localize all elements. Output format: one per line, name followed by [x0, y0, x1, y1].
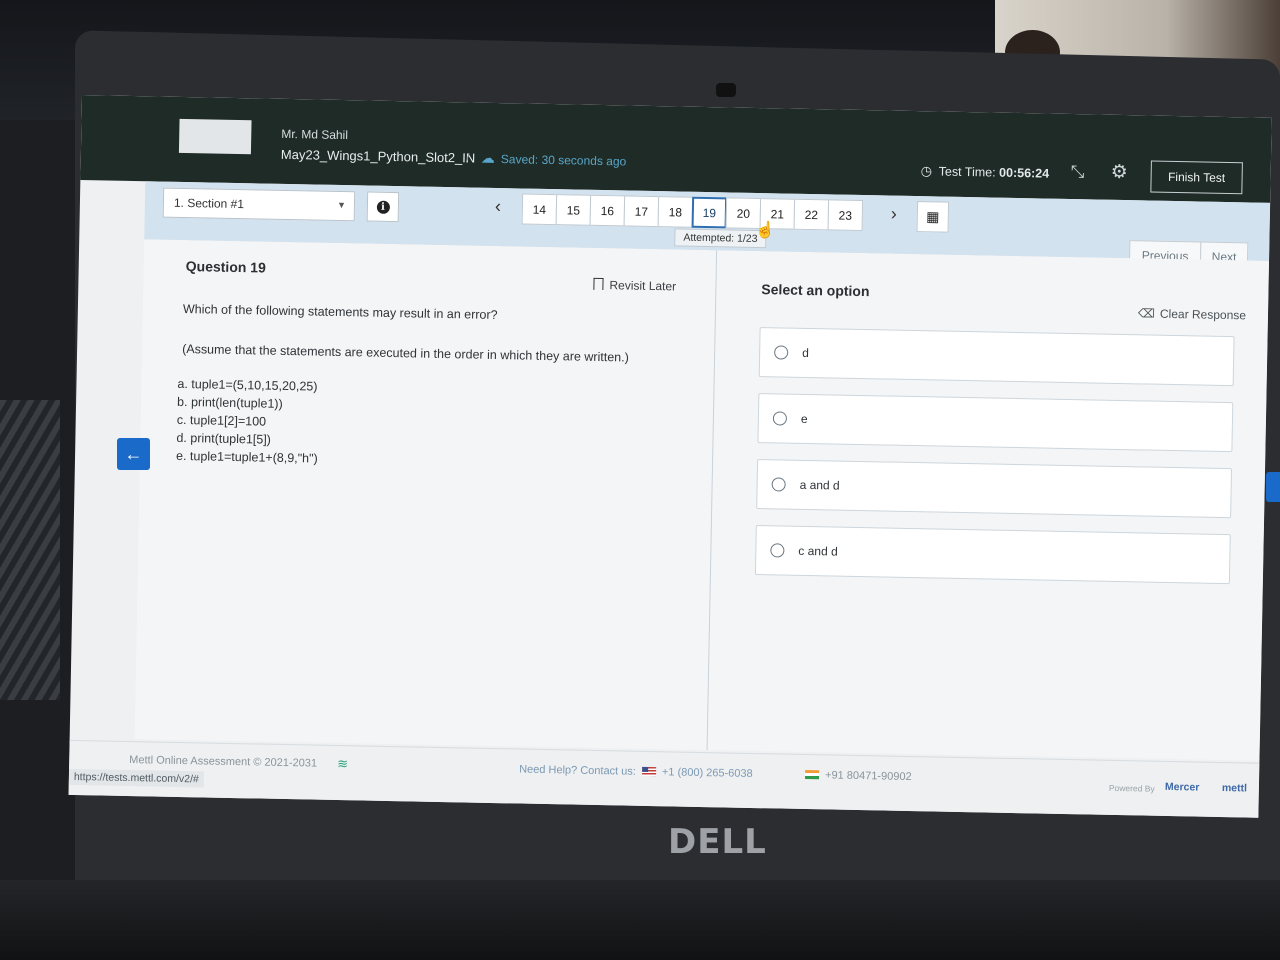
- finish-test-button[interactable]: Finish Test: [1150, 160, 1243, 195]
- question-text: Which of the following statements may re…: [182, 301, 498, 323]
- mercer-logo: Mercer: [1164, 780, 1200, 794]
- option-label: a and d: [799, 477, 840, 493]
- option-card[interactable]: e: [757, 393, 1234, 453]
- question-area: Question 19 Revisit Later Which of the f…: [134, 239, 1270, 761]
- attempted-count: Attempted: 1/23: [674, 228, 767, 249]
- option-card[interactable]: a and d: [756, 459, 1233, 519]
- phone-us[interactable]: +1 (800) 265-6038: [662, 766, 753, 780]
- section-dropdown-value: 1. Section #1: [173, 195, 245, 212]
- question-number[interactable]: 14: [521, 193, 558, 226]
- radio-button[interactable]: [774, 345, 789, 360]
- question-number[interactable]: 15: [555, 194, 592, 226]
- arrow-left-icon[interactable]: ←: [117, 438, 150, 470]
- question-number[interactable]: 16: [589, 194, 626, 227]
- candidate-name: Mr. Md Sahil: [281, 126, 349, 143]
- statement-list: a. tuple1=(5,10,15,20,25) b. print(len(t…: [176, 375, 319, 468]
- chevron-right-icon[interactable]: ›: [891, 204, 897, 225]
- question-note: (Assume that the statements are executed…: [182, 341, 629, 365]
- cloud-icon: ☁: [480, 149, 496, 166]
- wifi-icon: ≋: [337, 756, 349, 772]
- phone-in[interactable]: +91 80471-90902: [825, 769, 912, 783]
- revisit-later-button[interactable]: Revisit Later: [593, 277, 677, 294]
- copyright-text: Mettl Online Assessment © 2021-2031: [129, 754, 318, 770]
- info-button[interactable]: i: [366, 191, 400, 223]
- timer-label: Test Time:: [938, 164, 996, 180]
- webcam: [716, 83, 736, 97]
- eraser-icon: ⌫: [1137, 306, 1156, 321]
- help-contact: Need Help? Contact us: +1 (800) 265-6038: [519, 764, 753, 780]
- status-url: https://tests.mettl.com/v2/#: [68, 768, 204, 788]
- question-number-current[interactable]: 19: [691, 196, 728, 229]
- question-title: Question 19: [185, 258, 267, 276]
- hand-cursor-icon: ☝: [755, 222, 775, 239]
- company-logo: [178, 118, 252, 155]
- saved-status: Saved: 30 seconds ago: [500, 152, 627, 169]
- option-label: c and d: [798, 543, 838, 559]
- caret-down-icon: ▼: [336, 199, 347, 211]
- timer-value: 00:56:24: [998, 165, 1050, 181]
- option-card[interactable]: d: [758, 327, 1235, 387]
- question-number[interactable]: 22: [793, 198, 830, 231]
- question-number[interactable]: 17: [623, 195, 660, 228]
- phone-india: +91 80471-90902: [799, 769, 912, 783]
- question-number-list: 14 15 16 17 18 19 20 21 22 23: [521, 193, 864, 232]
- laptop-base: [0, 880, 1280, 960]
- radio-button[interactable]: [770, 543, 785, 558]
- bookmark-icon: [593, 277, 604, 291]
- info-icon: i: [376, 200, 390, 214]
- pane-divider: [706, 250, 718, 751]
- mettl-logo: mettl: [1221, 782, 1248, 795]
- test-timer: Test Time: 00:56:24: [939, 164, 1050, 180]
- revisit-label: Revisit Later: [609, 278, 677, 294]
- screen: Mr. Md Sahil May23_Wings1_Python_Slot2_I…: [68, 95, 1272, 818]
- clear-response-button[interactable]: ⌫ Clear Response: [1138, 306, 1246, 322]
- test-name: May23_Wings1_Python_Slot2_IN: [280, 146, 476, 166]
- india-flag-icon: [805, 770, 820, 780]
- powered-by: Powered By: [1108, 782, 1155, 794]
- question-number[interactable]: 23: [827, 199, 864, 232]
- clock-icon: ◷: [920, 163, 933, 179]
- arrow-right-tab[interactable]: [1266, 472, 1280, 502]
- compress-icon[interactable]: ⤡: [1071, 162, 1085, 182]
- grid-icon: ▦: [926, 208, 940, 225]
- background-object: [0, 400, 60, 700]
- question-number[interactable]: 18: [657, 196, 694, 228]
- us-flag-icon: [641, 766, 656, 777]
- radio-button[interactable]: [772, 411, 788, 426]
- option-label: d: [802, 345, 810, 361]
- select-option-title: Select an option: [761, 281, 870, 300]
- breadcrumb-separator: /: [465, 150, 470, 166]
- option-label: e: [800, 411, 808, 426]
- gear-icon[interactable]: ⚙: [1110, 161, 1128, 184]
- chevron-left-icon[interactable]: ‹: [495, 196, 501, 217]
- grid-view-button[interactable]: ▦: [916, 201, 950, 233]
- clear-response-label: Clear Response: [1159, 306, 1247, 323]
- help-label: Need Help? Contact us:: [519, 763, 637, 778]
- option-card[interactable]: c and d: [754, 525, 1231, 585]
- section-dropdown[interactable]: 1. Section #1 ▼: [162, 187, 356, 222]
- statement-item: e. tuple1=tuple1+(8,9,"h"): [175, 448, 318, 466]
- radio-button[interactable]: [771, 477, 786, 492]
- brand-logo: DELL: [668, 822, 767, 862]
